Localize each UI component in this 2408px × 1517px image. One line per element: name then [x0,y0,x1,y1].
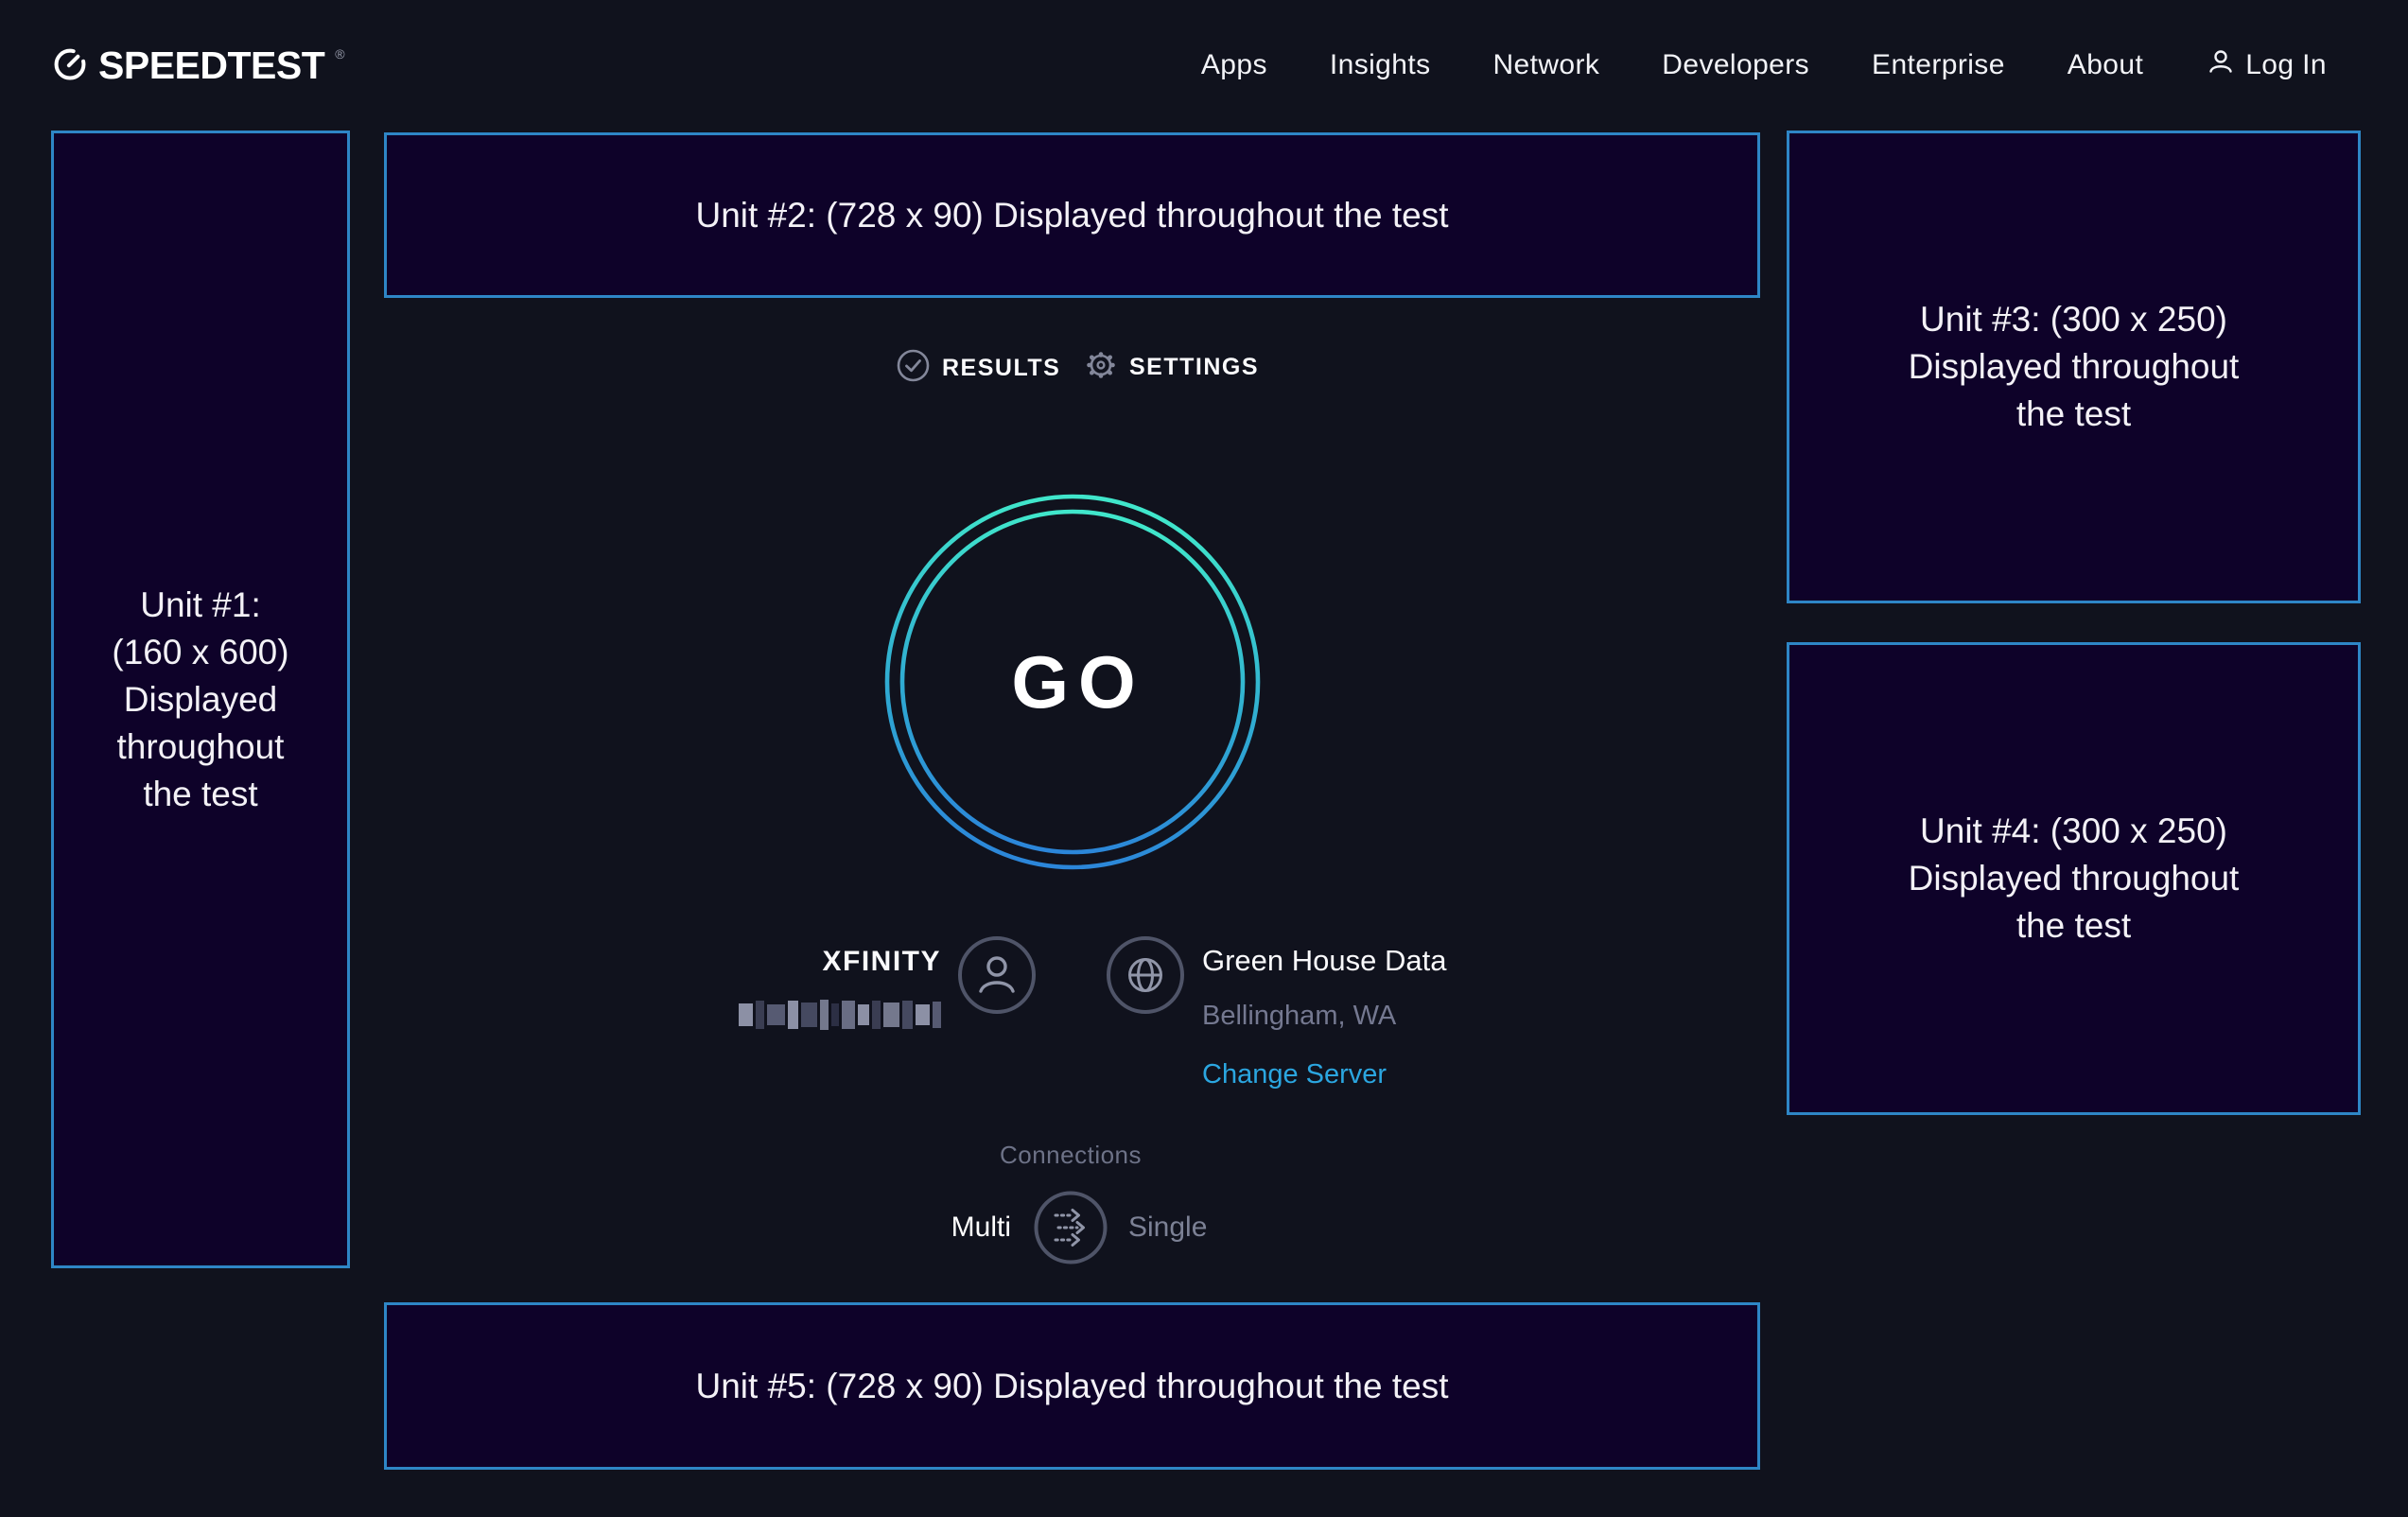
speedtest-logo[interactable]: SPEEDTEST ® [51,0,344,131]
connections-toggle[interactable] [1033,1190,1108,1270]
gear-icon [1084,348,1118,387]
check-circle-icon [896,348,931,388]
nav-item-enterprise[interactable]: Enterprise [1872,49,2005,81]
go-label: GO [872,481,1273,882]
nav-links: Apps Insights Network Developers Enterpr… [1201,0,2327,131]
speedtest-page: { "nav": { "logo_text": "SPEEDTEST", "lo… [0,0,2408,1517]
nav-item-network[interactable]: Network [1492,49,1599,81]
ad-unit-1-text: Unit #1: (160 x 600) Displayed throughou… [112,582,288,818]
isp-name: XFINITY [662,946,941,978]
redacted-ip [739,999,941,1031]
tab-results[interactable]: RESULTS [896,348,1060,388]
nav-item-developers[interactable]: Developers [1662,49,1809,81]
connections-label: Connections [1000,1141,1142,1170]
logo-wordmark: SPEEDTEST [98,44,324,88]
ad-unit-3[interactable]: Unit #3: (300 x 250) Displayed throughou… [1787,131,2361,603]
ad-unit-4[interactable]: Unit #4: (300 x 250) Displayed throughou… [1787,642,2361,1115]
settings-label: SETTINGS [1129,354,1259,381]
ad-unit-3-text: Unit #3: (300 x 250) Displayed throughou… [1909,296,2240,438]
go-button[interactable]: GO [872,481,1273,882]
server-name: Green House Data [1202,944,1446,978]
connections-multi-option[interactable]: Multi [889,1212,1011,1244]
gauge-logo-icon [51,44,89,87]
ad-unit-2[interactable]: Unit #2: (728 x 90) Displayed throughout… [384,132,1760,298]
server-location: Bellingham, WA [1202,1001,1396,1032]
nav-item-insights[interactable]: Insights [1330,49,1431,81]
ad-unit-4-text: Unit #4: (300 x 250) Displayed throughou… [1909,808,2240,950]
trademark-symbol: ® [335,46,344,61]
nav-item-about[interactable]: About [2068,49,2143,81]
connections-single-option[interactable]: Single [1128,1212,1207,1244]
tab-settings[interactable]: SETTINGS [1084,348,1259,387]
ad-unit-5-text: Unit #5: (728 x 90) Displayed throughout… [696,1363,1449,1410]
results-label: RESULTS [942,355,1060,382]
isp-user-badge [957,935,1037,1020]
ad-unit-1[interactable]: Unit #1: (160 x 600) Displayed throughou… [51,131,350,1268]
server-globe-badge [1106,935,1185,1020]
ad-unit-2-text: Unit #2: (728 x 90) Displayed throughout… [696,192,1449,239]
ad-unit-5[interactable]: Unit #5: (728 x 90) Displayed throughout… [384,1302,1760,1470]
user-icon [2206,46,2236,84]
login-button[interactable]: Log In [2206,46,2327,84]
login-label: Log In [2245,49,2327,81]
multi-arrows-icon [1056,1211,1084,1246]
change-server-link[interactable]: Change Server [1202,1059,1387,1090]
nav-item-apps[interactable]: Apps [1201,49,1267,81]
top-nav: SPEEDTEST ® Apps Insights Network Develo… [0,0,2408,131]
